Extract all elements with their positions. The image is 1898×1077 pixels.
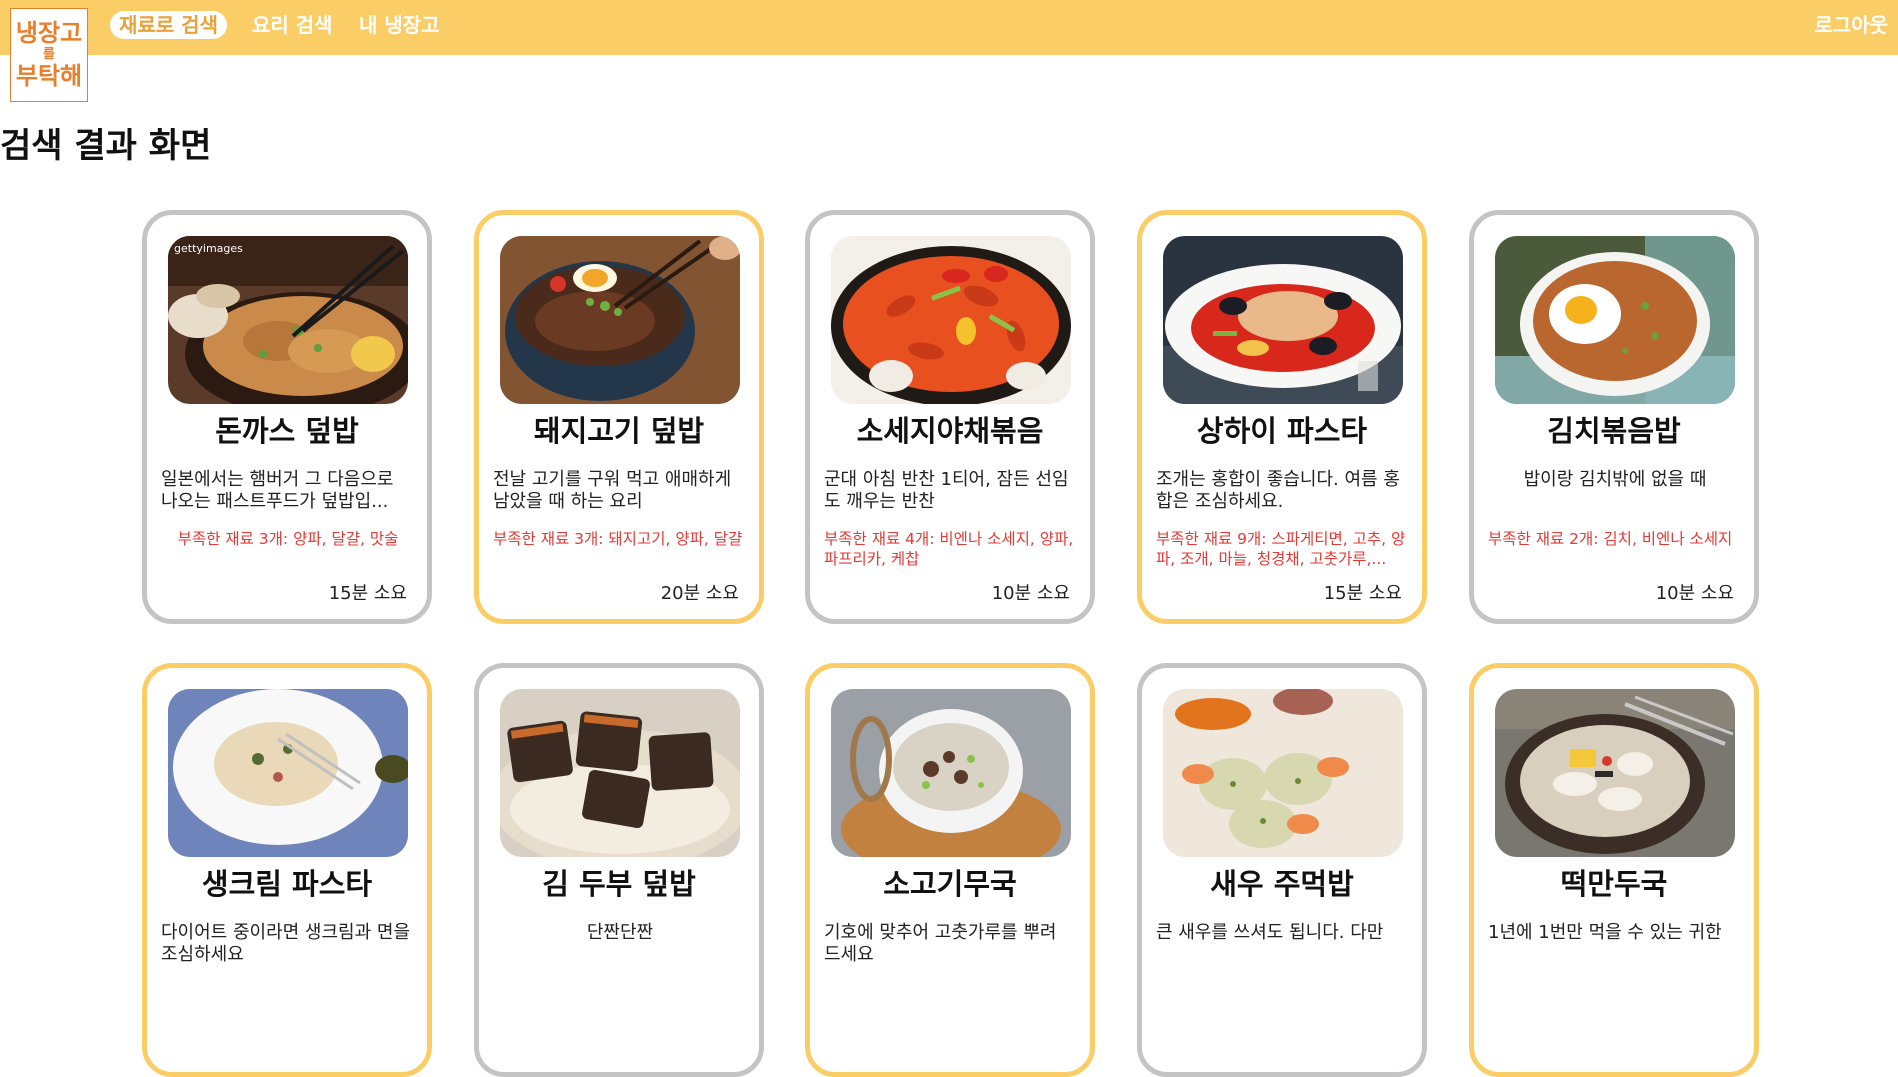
cook-time: 10분 소요 [991, 583, 1070, 604]
recipe-title: 떡만두국 [1560, 867, 1668, 901]
seaweed-tofu-rice-photo [500, 689, 740, 857]
cook-time: 15분 소요 [1323, 583, 1402, 604]
shanghai-pasta-photo [1163, 236, 1403, 404]
recipe-title: 새우 주먹밥 [1210, 867, 1354, 901]
beef-radish-soup-photo [831, 689, 1071, 857]
recipe-title: 돈까스 덮밥 [215, 414, 359, 448]
recipe-title: 생크림 파스타 [201, 867, 373, 901]
recipe-card-kimchi-fried-rice[interactable]: 김치볶음밥 밥이랑 김치밖에 없을 때 부족한 재료 2개: 김치, 비엔나 소… [1469, 210, 1759, 624]
recipe-description: 조개는 홍합이 좋습니다. 여름 홍합은 조심하세요. [1156, 469, 1400, 512]
shrimp-rice-ball-photo [1163, 689, 1403, 857]
recipe-description: 1년에 1번만 먹을 수 있는 귀한 [1488, 922, 1722, 943]
recipe-description: 밥이랑 김치밖에 없을 때 [1523, 469, 1707, 490]
recipe-card-donkatsu[interactable]: gettyimages 돈까스 덮밥 일본에서는 햄버거 그 다음으로 나오는 … [142, 210, 432, 624]
site-logo[interactable]: 냉장고 를 부탁해 [10, 8, 88, 102]
recipe-card-seaweed-tofu[interactable]: 김 두부 덮밥 단짠단짠 [474, 663, 764, 1077]
recipe-title: 김치볶음밥 [1547, 414, 1681, 448]
recipe-card-beef-radish-soup[interactable]: 소고기무국 기호에 맞추어 고춧가루를 뿌려 드세요 [805, 663, 1095, 1077]
missing-ingredients: 부족한 재료 4개: 비엔나 소세지, 양파, 파프리카, 케찹 [824, 530, 1074, 568]
cook-time: 20분 소요 [660, 583, 739, 604]
logo-line-3: 부탁해 [15, 61, 83, 90]
missing-ingredients: 부족한 재료 9개: 스파게티면, 고추, 양파, 조개, 마늘, 청경채, 고… [1156, 530, 1406, 568]
nav-search-recipe[interactable]: 요리 검색 [252, 11, 333, 39]
recipe-title: 김 두부 덮밥 [542, 867, 696, 901]
recipe-description: 기호에 맞추어 고춧가루를 뿌려 드세요 [824, 922, 1057, 965]
sausage-vegetable-stirfry-photo [831, 236, 1071, 404]
recipe-card-pork-rice-bowl[interactable]: 돼지고기 덮밥 전날 고기를 구워 먹고 애매하게 남았을 때 하는 요리 부족… [474, 210, 764, 624]
recipe-card-shanghai-pasta[interactable]: 상하이 파스타 조개는 홍합이 좋습니다. 여름 홍합은 조심하세요. 부족한 … [1137, 210, 1427, 624]
recipe-description: 단짠단짠 [586, 922, 654, 943]
recipe-title: 소세지야채볶음 [856, 414, 1044, 448]
recipe-description: 일본에서는 햄버거 그 다음으로 나오는 패스트푸드가 덮밥입... [161, 469, 394, 512]
recipe-title: 상하이 파스타 [1196, 414, 1368, 448]
kimchi-fried-rice-photo [1495, 236, 1735, 404]
svg-text:gettyimages: gettyimages [174, 242, 243, 255]
cream-pasta-photo [168, 689, 408, 857]
recipe-description: 큰 새우를 쓰셔도 됩니다. 다만 [1156, 922, 1384, 943]
recipe-description: 다이어트 중이라면 생크림과 면을 조심하세요 [161, 922, 411, 965]
nav-my-fridge[interactable]: 내 냉장고 [359, 11, 440, 39]
logo-line-1: 냉장고 [15, 18, 83, 47]
pork-rice-bowl-photo [500, 236, 740, 404]
nav-search-by-ingredient[interactable]: 재료로 검색 [110, 11, 227, 39]
donkatsu-rice-bowl-photo: gettyimages [168, 236, 408, 404]
top-nav-bar: 재료로 검색 요리 검색 내 냉장고 로그아웃 [0, 0, 1898, 55]
recipe-card-sausage-stirfry[interactable]: 소세지야채볶음 군대 아침 반찬 1티어, 잠든 선임도 깨우는 반찬 부족한 … [805, 210, 1095, 624]
recipe-title: 돼지고기 덮밥 [533, 414, 705, 448]
logo-line-2: 를 [43, 47, 55, 63]
recipe-card-tteok-mandu-guk[interactable]: 떡만두국 1년에 1번만 먹을 수 있는 귀한 [1469, 663, 1759, 1077]
rice-cake-dumpling-soup-photo [1495, 689, 1735, 857]
recipe-card-cream-pasta[interactable]: 생크림 파스타 다이어트 중이라면 생크림과 면을 조심하세요 [142, 663, 432, 1077]
logout-button[interactable]: 로그아웃 [1814, 11, 1888, 39]
page-title: 검색 결과 화면 [0, 126, 212, 166]
missing-ingredients: 부족한 재료 3개: 양파, 달걀, 맛술 [177, 530, 399, 548]
recipe-description: 전날 고기를 구워 먹고 애매하게 남았을 때 하는 요리 [493, 469, 732, 512]
missing-ingredients: 부족한 재료 2개: 김치, 비엔나 소세지 [1488, 530, 1733, 548]
cook-time: 15분 소요 [328, 583, 407, 604]
recipe-title: 소고기무국 [883, 867, 1017, 901]
recipe-description: 군대 아침 반찬 1티어, 잠든 선임도 깨우는 반찬 [824, 469, 1069, 512]
missing-ingredients: 부족한 재료 3개: 돼지고기, 양파, 달걀 [493, 530, 743, 548]
recipe-card-shrimp-rice-ball[interactable]: 새우 주먹밥 큰 새우를 쓰셔도 됩니다. 다만 [1137, 663, 1427, 1077]
cook-time: 10분 소요 [1655, 583, 1734, 604]
